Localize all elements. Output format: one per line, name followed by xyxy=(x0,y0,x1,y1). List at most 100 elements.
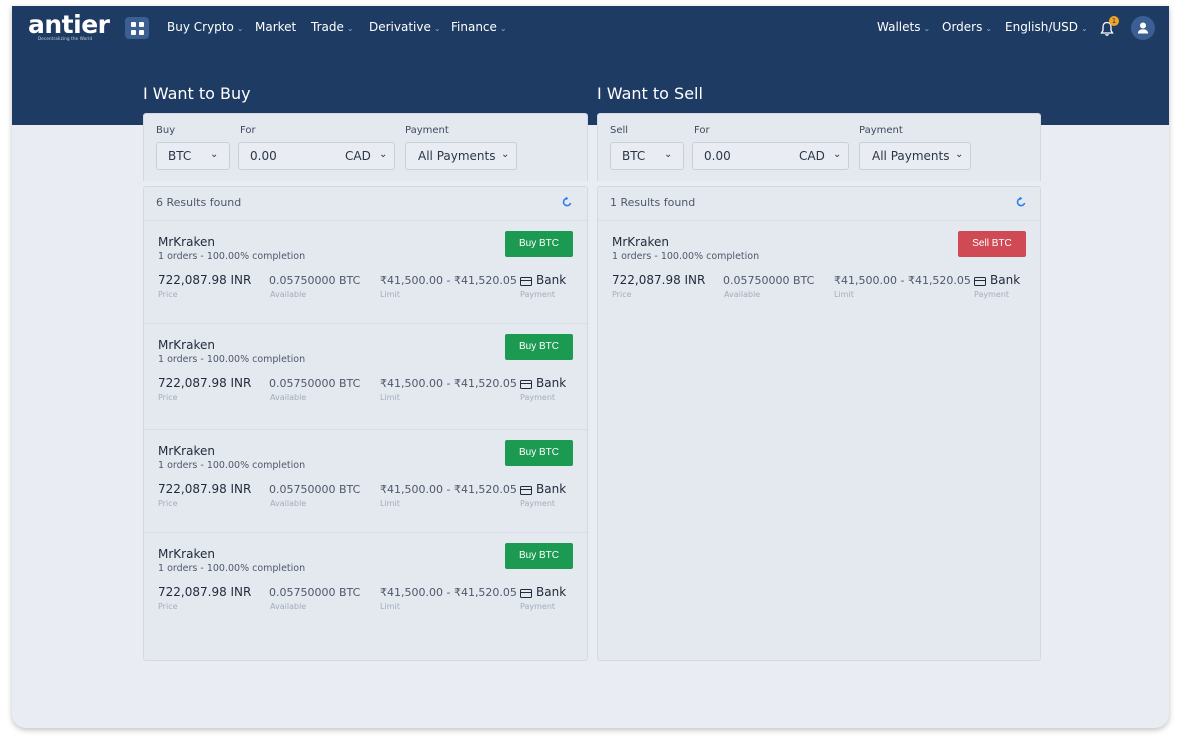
stat-separator: - xyxy=(197,251,207,262)
sell-coin-select[interactable]: BTC ⌄ xyxy=(610,142,684,170)
buy-btc-button[interactable]: Buy BTC xyxy=(505,334,573,360)
chevron-down-icon: ⌄ xyxy=(1081,24,1088,33)
payment-caption: Payment xyxy=(974,290,1010,299)
offer-available: 0.05750000 BTC xyxy=(269,586,361,599)
chevron-down-icon: ⌄ xyxy=(923,24,931,33)
offer-available: 0.05750000 BTC xyxy=(723,274,815,287)
buy-coin-select[interactable]: BTC ⌄ xyxy=(156,142,230,170)
merchant-name[interactable]: MrKraken xyxy=(158,338,215,352)
offer-row: MrKraken 1 orders - 100.00% completion Sel… xyxy=(598,220,1040,323)
buy-payment-label: Payment xyxy=(405,125,449,136)
nav-wallets[interactable]: Wallets ⌄ xyxy=(877,20,930,34)
chevron-down-icon: ⌄ xyxy=(236,24,244,33)
buy-btc-button[interactable]: Buy BTC xyxy=(505,440,573,466)
currency-value[interactable]: CAD xyxy=(345,149,371,163)
chevron-down-icon: ⌄ xyxy=(833,149,842,160)
stat-separator: - xyxy=(197,354,207,365)
amount-value: 0.00 xyxy=(704,149,731,163)
nav-market[interactable]: Market xyxy=(255,20,296,34)
offer-price: 722,087.98 INR xyxy=(158,585,252,599)
limit-caption: Limit xyxy=(380,393,400,402)
offer-available: 0.05750000 BTC xyxy=(269,274,361,287)
merchant-stats: 1 orders - 100.00% completion xyxy=(158,563,305,574)
nav-orders[interactable]: Orders ⌄ xyxy=(942,20,992,34)
completion-rate: 100.00% completion xyxy=(206,251,306,262)
notification-badge: 1 xyxy=(1109,16,1119,26)
merchant-name[interactable]: MrKraken xyxy=(158,444,215,458)
sell-results-count: 1 Results found xyxy=(610,196,696,209)
buy-coin-label: Buy xyxy=(156,125,176,136)
select-value: BTC xyxy=(168,149,192,163)
payment-caption: Payment xyxy=(520,499,556,508)
stat-separator: - xyxy=(197,563,207,574)
available-caption: Available xyxy=(270,602,307,611)
brand-logo[interactable]: antier Decentralizing the World xyxy=(28,12,112,41)
offer-payment-method: Bank xyxy=(536,376,567,390)
limit-caption: Limit xyxy=(380,602,400,611)
completion-rate: 100.00% completion xyxy=(206,354,306,365)
sell-amount-input[interactable]: 0.00 CAD ⌄ xyxy=(692,142,849,170)
nav-finance[interactable]: Finance ⌄ xyxy=(451,20,507,34)
refresh-icon[interactable] xyxy=(1015,196,1027,208)
sell-btc-button[interactable]: Sell BTC xyxy=(958,231,1026,257)
chevron-down-icon: ⌄ xyxy=(346,24,354,33)
available-caption: Available xyxy=(270,290,307,299)
select-value: All Payments xyxy=(418,149,496,163)
merchant-stats: 1 orders - 100.00% completion xyxy=(612,251,759,262)
offer-available: 0.05750000 BTC xyxy=(269,483,361,496)
offer-row: MrKraken 1 orders - 100.00% completion Buy… xyxy=(144,429,587,532)
price-caption: Price xyxy=(612,290,632,299)
merchant-name[interactable]: MrKraken xyxy=(612,235,669,249)
nav-label: Derivative xyxy=(369,20,431,34)
offer-payment-method: Bank xyxy=(536,482,567,496)
merchant-stats: 1 orders - 100.00% completion xyxy=(158,354,305,365)
merchant-name[interactable]: MrKraken xyxy=(158,235,215,249)
nav-label: Trade xyxy=(311,20,344,34)
user-icon[interactable] xyxy=(1131,16,1155,40)
completion-rate: 100.00% completion xyxy=(660,251,760,262)
buy-results-card: 6 Results found MrKraken 1 orders - 100.0… xyxy=(143,186,588,661)
offer-payment-method: Bank xyxy=(536,585,567,599)
offer-payment-method: Bank xyxy=(990,273,1021,287)
card-icon xyxy=(520,589,532,598)
top-navbar: antier Decentralizing the World Buy Cryp… xyxy=(12,6,1169,50)
user-glyph xyxy=(1137,22,1149,34)
nav-buy-crypto[interactable]: Buy Crypto ⌄ xyxy=(167,20,244,34)
buy-amount-input[interactable]: 0.00 CAD ⌄ xyxy=(238,142,395,170)
offer-price: 722,087.98 INR xyxy=(158,273,252,287)
buy-btc-button[interactable]: Buy BTC xyxy=(505,543,573,569)
sell-filter-card: Sell For Payment BTC ⌄ 0.00 CAD ⌄ All Pa… xyxy=(597,113,1041,181)
nav-derivative[interactable]: Derivative ⌄ xyxy=(369,20,441,34)
stat-separator: - xyxy=(197,460,207,471)
merchant-stats: 1 orders - 100.00% completion xyxy=(158,460,305,471)
card-icon xyxy=(520,486,532,495)
chevron-down-icon: ⌄ xyxy=(955,149,964,160)
order-count: 1 orders xyxy=(158,354,198,365)
buy-payment-select[interactable]: All Payments ⌄ xyxy=(405,142,517,170)
grid-icon[interactable] xyxy=(125,17,149,39)
chevron-down-icon: ⌄ xyxy=(379,149,388,160)
offer-row: MrKraken 1 orders - 100.00% completion Buy… xyxy=(144,532,587,635)
nav-label: Finance xyxy=(451,20,497,34)
limit-caption: Limit xyxy=(380,290,400,299)
order-count: 1 orders xyxy=(158,251,198,262)
nav-label: Wallets xyxy=(877,20,921,34)
card-icon xyxy=(520,277,532,286)
currency-value[interactable]: CAD xyxy=(799,149,825,163)
offer-available: 0.05750000 BTC xyxy=(269,377,361,390)
merchant-name[interactable]: MrKraken xyxy=(158,547,215,561)
nav-label: English/USD xyxy=(1005,20,1079,34)
nav-label: Orders xyxy=(942,20,983,34)
completion-rate: 100.00% completion xyxy=(206,460,306,471)
order-count: 1 orders xyxy=(612,251,652,262)
offer-price: 722,087.98 INR xyxy=(158,482,252,496)
nav-trade[interactable]: Trade ⌄ xyxy=(311,20,354,34)
card-icon xyxy=(520,380,532,389)
completion-rate: 100.00% completion xyxy=(206,563,306,574)
sell-payment-select[interactable]: All Payments ⌄ xyxy=(859,142,971,170)
buy-btc-button[interactable]: Buy BTC xyxy=(505,231,573,257)
sell-amount-label: For xyxy=(694,125,710,136)
nav-language-currency[interactable]: English/USD ⌄ xyxy=(1005,20,1088,34)
refresh-icon[interactable] xyxy=(561,196,573,208)
limit-caption: Limit xyxy=(380,499,400,508)
